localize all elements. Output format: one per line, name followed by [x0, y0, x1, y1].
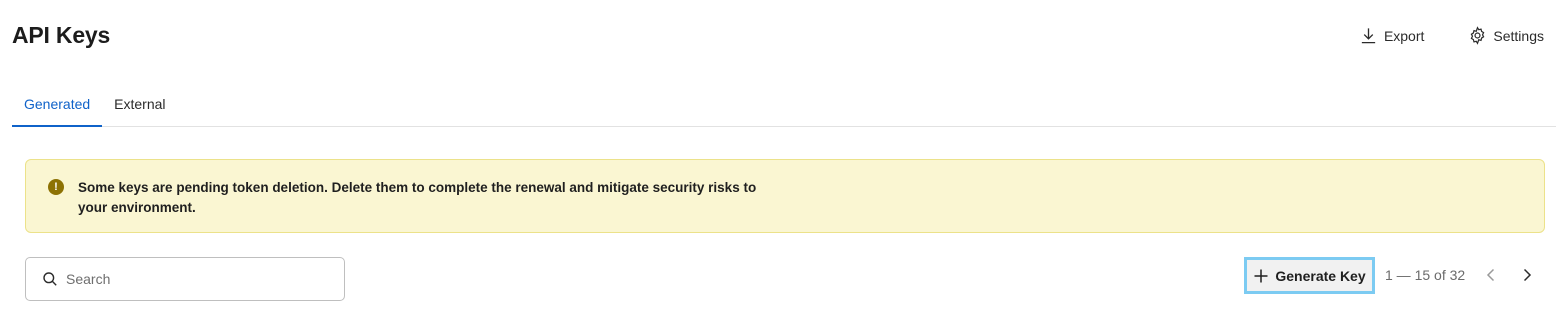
settings-label: Settings [1493, 27, 1544, 44]
banner-message: Some keys are pending token deletion. De… [78, 180, 757, 215]
chevron-right-icon [1523, 268, 1532, 282]
gear-icon [1471, 26, 1485, 45]
settings-button[interactable]: Settings [1468, 26, 1544, 45]
export-label: Export [1383, 27, 1425, 44]
generate-key-button[interactable]: Generate Key [1244, 257, 1375, 294]
search-box [25, 257, 345, 301]
tab-generated[interactable]: Generated [12, 82, 103, 127]
plus-icon [1254, 269, 1268, 282]
chevron-left-icon [1486, 268, 1495, 282]
search-icon [43, 272, 57, 286]
export-button[interactable]: Export [1359, 26, 1424, 45]
next-page-button[interactable] [1515, 263, 1539, 287]
generate-key-label: Generate Key [1275, 267, 1366, 284]
tab-external[interactable]: External [102, 82, 177, 127]
previous-page-button[interactable] [1479, 263, 1503, 287]
header-actions: Export Settings [1359, 26, 1544, 45]
search-input[interactable] [66, 271, 326, 287]
page-title: API Keys [12, 22, 111, 48]
pagination-status: 1 — 15 of 32 [1385, 267, 1466, 283]
warning-banner: ! Some keys are pending token deletion. … [25, 159, 1545, 233]
tab-bar: Generated External [12, 82, 1556, 127]
download-icon [1361, 28, 1376, 44]
exclamation-icon: ! [48, 179, 64, 195]
